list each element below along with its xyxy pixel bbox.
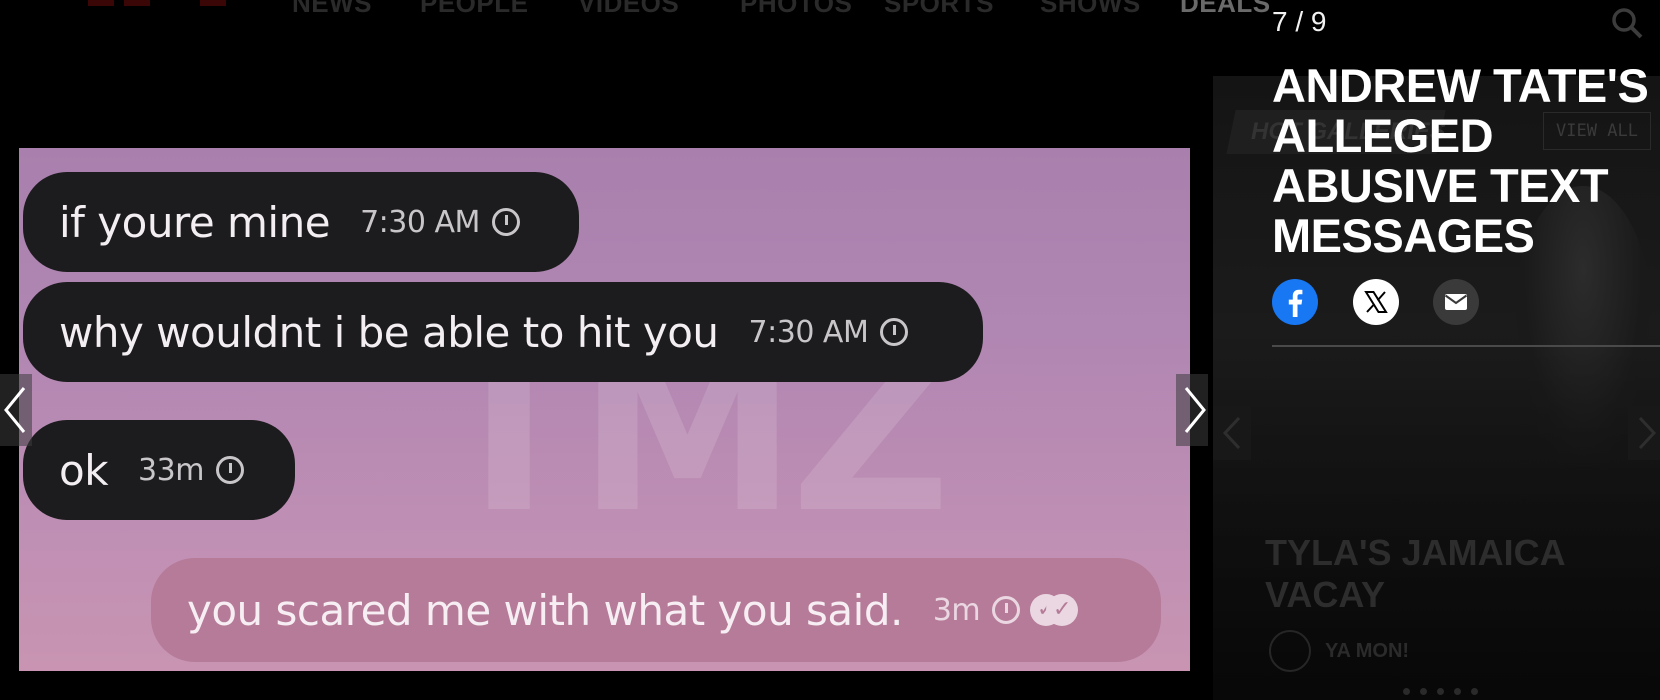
- photo-counter: 7 / 9: [1272, 6, 1327, 37]
- rail-prev-button[interactable]: [1213, 406, 1251, 460]
- carousel-dots: [1403, 688, 1478, 695]
- clock-icon: [215, 456, 244, 484]
- clock-icon: [992, 596, 1021, 624]
- message-text: ok: [59, 445, 109, 495]
- carousel-dot[interactable]: [1454, 688, 1461, 695]
- nav-item-sports[interactable]: SPORTS: [884, 0, 994, 19]
- message-time: 3m: [932, 592, 981, 628]
- logo-mark: [88, 0, 114, 6]
- rail-card-title[interactable]: TYLA'S JAMAICA VACAY: [1265, 532, 1595, 616]
- message-bubble: ok 33m: [23, 420, 295, 520]
- gallery-title-line: MESSAGES: [1272, 209, 1535, 262]
- message-time: 7:30 AM: [748, 314, 869, 350]
- carousel-dot[interactable]: [1471, 688, 1478, 695]
- x-icon: [1364, 291, 1388, 313]
- share-email-button[interactable]: [1433, 279, 1479, 325]
- prev-photo-button[interactable]: [0, 374, 32, 446]
- nav-item-news[interactable]: NEWS: [292, 0, 372, 19]
- site-nav: NEWS PEOPLE VIDEOS PHOTOS SPORTS SHOWS D…: [0, 0, 1270, 24]
- message-text: why wouldnt i be able to hit you: [59, 307, 719, 357]
- gallery-title-line: ABUSIVE TEXT: [1272, 159, 1609, 212]
- message-time: 7:30 AM: [360, 204, 480, 240]
- nav-item-deals[interactable]: DEALS: [1180, 0, 1270, 19]
- message-text: you scared me with what you said.: [187, 585, 903, 635]
- search-icon: [1612, 8, 1643, 39]
- share-facebook-button[interactable]: [1272, 279, 1318, 325]
- rail-card-tag: YA MON!: [1325, 640, 1410, 662]
- logo-mark: [200, 0, 226, 6]
- chevron-left-icon: [1222, 416, 1241, 450]
- carousel-dot[interactable]: [1420, 688, 1427, 695]
- mail-icon: [1444, 294, 1468, 310]
- next-photo-button[interactable]: [1176, 374, 1208, 446]
- carousel-dot[interactable]: [1437, 688, 1444, 695]
- nav-item-people[interactable]: PEOPLE: [420, 0, 528, 19]
- gallery-photo[interactable]: TMZ if youre mine 7:30 AM why wouldnt i …: [19, 148, 1190, 671]
- chevron-right-icon: [1638, 416, 1657, 450]
- message-bubble-own: you scared me with what you said. 3m ✓✓: [151, 558, 1161, 662]
- read-receipt-icon: ✓✓: [1030, 594, 1080, 626]
- clock-icon: [491, 208, 520, 236]
- chevron-left-icon: [4, 387, 26, 433]
- gallery-icon: [1269, 630, 1311, 672]
- gallery-page: NEWS PEOPLE VIDEOS PHOTOS SPORTS SHOWS D…: [0, 0, 1660, 700]
- clock-icon: [880, 318, 909, 346]
- carousel-dot[interactable]: [1403, 688, 1410, 695]
- divider: [1272, 345, 1660, 347]
- rail-next-button[interactable]: [1628, 406, 1660, 460]
- share-x-button[interactable]: [1353, 279, 1399, 325]
- chevron-right-icon: [1184, 387, 1206, 433]
- nav-item-videos[interactable]: VIDEOS: [578, 0, 679, 19]
- message-bubble: if youre mine 7:30 AM: [23, 172, 579, 272]
- message-text: if youre mine: [59, 197, 331, 247]
- gallery-title: ANDREW TATE'S ALLEGED ABUSIVE TEXT MESSA…: [1272, 61, 1660, 261]
- facebook-icon: [1288, 289, 1303, 317]
- message-time: 33m: [138, 452, 204, 488]
- gallery-title-line: ALLEGED: [1272, 109, 1494, 162]
- gallery-title-line: ANDREW TATE'S: [1272, 59, 1649, 112]
- message-bubble: why wouldnt i be able to hit you 7:30 AM: [23, 282, 983, 382]
- logo-mark: [124, 0, 150, 6]
- search-button[interactable]: [1610, 6, 1644, 40]
- nav-item-photos[interactable]: PHOTOS: [740, 0, 852, 19]
- nav-item-shows[interactable]: SHOWS: [1040, 0, 1141, 19]
